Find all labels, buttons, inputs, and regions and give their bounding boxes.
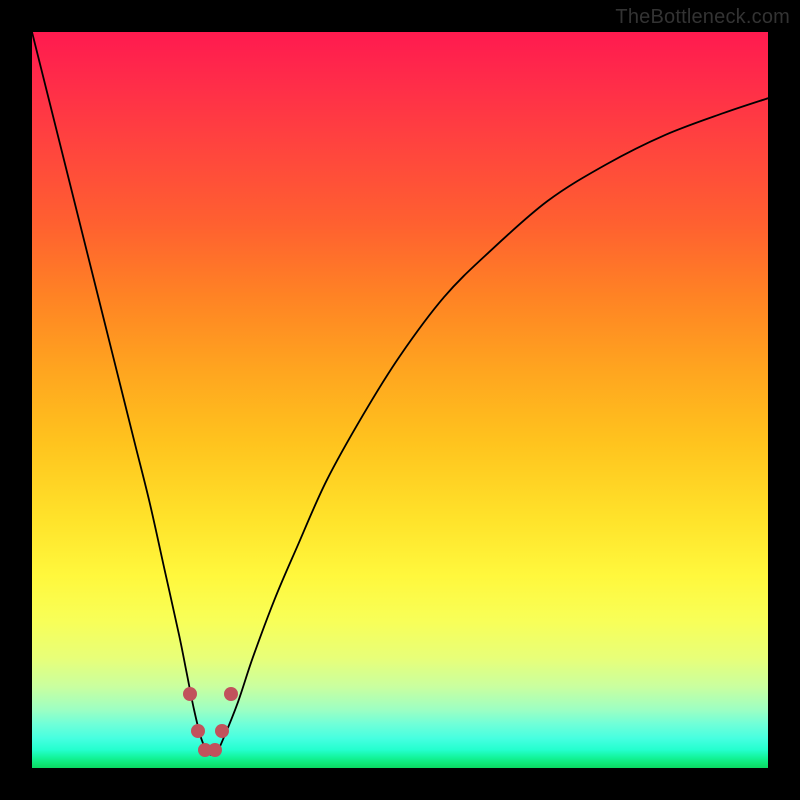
data-marker (224, 687, 238, 701)
attribution-text: TheBottleneck.com (615, 6, 790, 29)
plot-area (32, 32, 768, 768)
data-marker (208, 743, 222, 757)
data-marker (215, 724, 229, 738)
marker-layer (32, 32, 768, 768)
data-marker (183, 687, 197, 701)
chart-frame: TheBottleneck.com (0, 0, 800, 800)
data-marker (191, 724, 205, 738)
